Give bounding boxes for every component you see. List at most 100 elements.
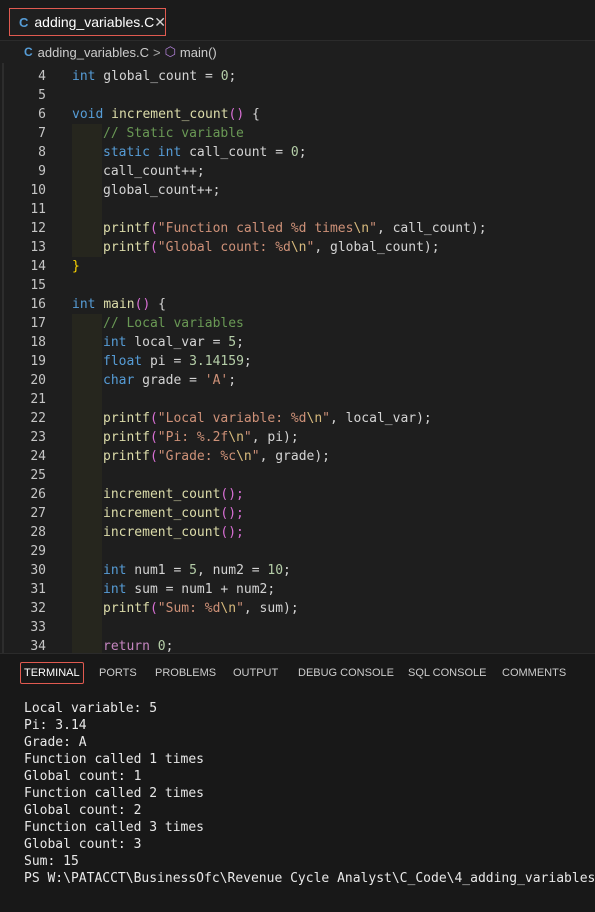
indent-guide — [72, 333, 102, 352]
indent-guide — [72, 485, 102, 504]
line-number: 29 — [30, 544, 46, 559]
tab-terminal[interactable]: TERMINAL — [20, 662, 84, 684]
code-text: static int call_count = 0; — [103, 145, 307, 160]
line-number: 10 — [30, 183, 46, 198]
line-number: 32 — [30, 601, 46, 616]
code-line: 17 // Local variables — [0, 314, 595, 333]
close-icon[interactable]: ✕ — [154, 14, 166, 31]
code-editor[interactable]: 4 int global_count = 0; 5 6 void increment_c… — [0, 63, 595, 653]
editor-tab-bar: C adding_variables.C ✕ — [0, 0, 595, 41]
code-line: 12 printf("Function called %d times\n", c… — [0, 219, 595, 238]
indent-guide — [72, 428, 102, 447]
line-number: 16 — [30, 297, 46, 312]
indent-guide — [72, 447, 102, 466]
code-text: global_count++; — [103, 183, 221, 198]
code-line: 23 printf("Pi: %.2f\n", pi); — [0, 428, 595, 447]
indent-guide — [72, 523, 102, 542]
code-line: 9 call_count++; — [0, 162, 595, 181]
line-number: 9 — [38, 164, 46, 179]
code-line: 18 int local_var = 5; — [0, 333, 595, 352]
tab-title: adding_variables.C — [34, 14, 155, 30]
tab-comments[interactable]: COMMENTS — [502, 667, 566, 679]
terminal-line: Function called 3 times — [24, 820, 205, 835]
line-number: 7 — [38, 126, 46, 141]
code-text: increment_count(); — [103, 487, 244, 502]
line-number: 8 — [38, 145, 46, 160]
breadcrumb-symbol[interactable]: main() — [180, 45, 217, 60]
code-line: 6 void increment_count() { — [0, 105, 595, 124]
line-number: 31 — [30, 582, 46, 597]
c-file-icon: C — [24, 45, 33, 59]
tab-ports[interactable]: PORTS — [99, 667, 137, 679]
terminal-line: Global count: 2 — [24, 803, 142, 818]
tab-debug-console[interactable]: DEBUG CONSOLE — [298, 667, 394, 679]
indent-guide — [72, 618, 102, 637]
code-line: 22 printf("Local variable: %d\n", local_v… — [0, 409, 595, 428]
code-line: 27 increment_count(); — [0, 504, 595, 523]
code-text: increment_count(); — [103, 506, 244, 521]
indent-guide — [72, 580, 102, 599]
terminal-line: Pi: 3.14 — [24, 718, 87, 733]
line-number: 19 — [30, 354, 46, 369]
indent-guide — [72, 143, 102, 162]
line-number: 13 — [30, 240, 46, 255]
indent-guide — [72, 200, 102, 219]
tab-problems[interactable]: PROBLEMS — [155, 667, 216, 679]
code-line: 28 increment_count(); — [0, 523, 595, 542]
terminal-line: Global count: 1 — [24, 769, 142, 784]
code-line: 25 — [0, 466, 595, 485]
editor-tab-adding-variables[interactable]: C adding_variables.C ✕ — [9, 8, 166, 36]
terminal-prompt: PS W:\PATACCT\BusinessOfc\Revenue Cycle … — [24, 871, 595, 886]
code-line: 5 — [0, 86, 595, 105]
tab-output[interactable]: OUTPUT — [233, 667, 278, 679]
indent-guide — [72, 390, 102, 409]
indent-guide — [72, 181, 102, 200]
line-number: 15 — [30, 278, 46, 293]
indent-guide — [72, 466, 102, 485]
indent-guide — [72, 314, 102, 333]
tab-sql-console[interactable]: SQL CONSOLE — [408, 667, 486, 679]
code-text: printf("Global count: %d\n", global_coun… — [103, 240, 440, 255]
code-text: } — [72, 259, 80, 274]
code-text: int main() { — [72, 297, 166, 312]
code-line: 4 int global_count = 0; — [0, 67, 595, 86]
c-file-icon: C — [19, 14, 29, 30]
line-number: 24 — [30, 449, 46, 464]
code-line: 24 printf("Grade: %c\n", grade); — [0, 447, 595, 466]
indent-guide — [72, 599, 102, 618]
code-line: 30 int num1 = 5, num2 = 10; — [0, 561, 595, 580]
code-text: char grade = 'A'; — [103, 373, 237, 388]
panel-tabs: TERMINAL PORTS PROBLEMS OUTPUT DEBUG CON… — [0, 654, 595, 690]
indent-guide — [72, 542, 102, 561]
line-number: 5 — [38, 88, 46, 103]
line-number: 33 — [30, 620, 46, 635]
line-number: 23 — [30, 430, 46, 445]
code-text: printf("Grade: %c\n", grade); — [103, 449, 331, 464]
code-text: int global_count = 0; — [72, 69, 237, 84]
line-number: 27 — [30, 506, 46, 521]
code-line: 13 printf("Global count: %d\n", global_co… — [0, 238, 595, 257]
line-number: 20 — [30, 373, 46, 388]
code-text: printf("Function called %d times\n", cal… — [103, 221, 487, 236]
line-number: 30 — [30, 563, 46, 578]
code-line: 8 static int call_count = 0; — [0, 143, 595, 162]
terminal-line: Function called 2 times — [24, 786, 205, 801]
code-line: 14} — [0, 257, 595, 276]
indent-guide — [72, 238, 102, 257]
line-number: 4 — [38, 69, 46, 84]
code-text: int local_var = 5; — [103, 335, 244, 350]
terminal-line: Global count: 3 — [24, 837, 142, 852]
code-text: printf("Pi: %.2f\n", pi); — [103, 430, 299, 445]
indent-guide — [72, 637, 102, 653]
code-line: 21 — [0, 390, 595, 409]
line-number: 12 — [30, 221, 46, 236]
terminal-line: Sum: 15 — [24, 854, 79, 869]
terminal-output[interactable]: Local variable: 5 Pi: 3.14 Grade: A Func… — [24, 700, 595, 887]
line-number: 14 — [30, 259, 46, 274]
code-line: 19 float pi = 3.14159; — [0, 352, 595, 371]
breadcrumb-file[interactable]: adding_variables.C — [38, 45, 149, 60]
code-line: 11 — [0, 200, 595, 219]
indent-guide — [72, 561, 102, 580]
code-text: // Static variable — [103, 126, 244, 141]
code-text: int sum = num1 + num2; — [103, 582, 276, 597]
